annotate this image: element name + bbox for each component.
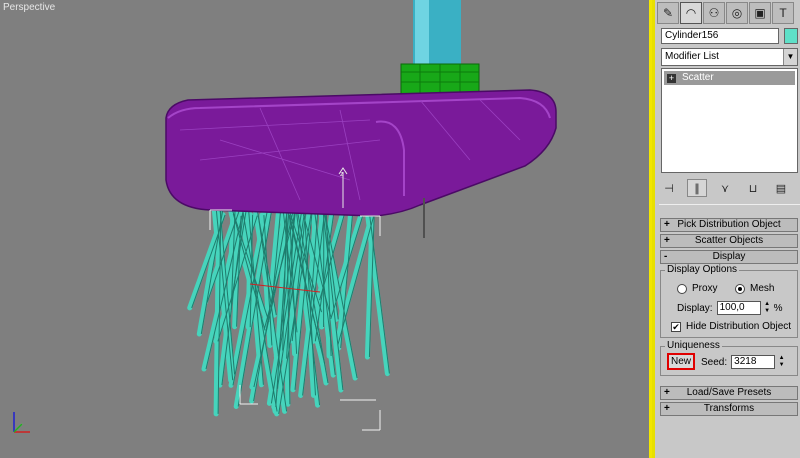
bristle-edge [369, 214, 390, 374]
checkbox-label: Hide Distribution Object [686, 321, 792, 332]
rollout-title: Transforms [703, 403, 755, 414]
proxy-radio[interactable]: Proxy [677, 283, 718, 294]
percent-sign: % [773, 302, 783, 314]
object-name-field[interactable]: Cylinder156 [661, 28, 779, 44]
modifier-list-dropdown[interactable]: Modifier List ▼ [661, 48, 798, 66]
panel-tabs: ✎ ◠ ⚇ ◎ ▣ T [657, 2, 794, 24]
radio-label: Proxy [692, 283, 718, 294]
radio-label: Mesh [750, 283, 775, 294]
display-options-group: Display Options Proxy Mesh Display: 100,… [660, 264, 798, 338]
rollout-title: Scatter Objects [694, 235, 764, 246]
rollout-display[interactable]: - Display [660, 250, 798, 264]
stack-item-scatter[interactable]: + Scatter [664, 71, 795, 85]
new-seed-button[interactable]: New [667, 353, 695, 370]
command-panel: ✎ ◠ ⚇ ◎ ▣ T Cylinder156 Modifier List ▼ … [652, 0, 800, 458]
brush-head [165, 89, 557, 217]
group-title: Display Options [665, 264, 740, 275]
rollout-title: Pick Distribution Object [677, 219, 781, 230]
spinner-icon[interactable]: ▲ ▼ [763, 301, 772, 315]
object-color-swatch[interactable] [784, 28, 798, 44]
seed-row: Seed: 3218 ▲ ▼ [701, 355, 786, 369]
modifier-stack[interactable]: + Scatter [661, 68, 798, 173]
perspective-viewport[interactable]: Perspective z [0, 0, 652, 458]
stack-toolbar: ⊣ ∥ ⋎ ⊔ ▤ [659, 178, 800, 198]
configure-sets-icon[interactable]: ▤ [771, 179, 791, 197]
rollout-expand-icon: + [664, 403, 670, 414]
rollout-title: Load/Save Presets [686, 387, 772, 398]
display-percent-input[interactable]: 100,0 [716, 301, 761, 315]
divider [659, 204, 800, 205]
hide-distribution-checkbox[interactable]: ✔ Hide Distribution Object [671, 321, 791, 332]
expand-icon[interactable]: + [667, 73, 676, 83]
z-axis-label: z [340, 171, 344, 178]
display-percent-row: Display: 100,0 ▲ ▼ % [677, 301, 782, 315]
modify-tab-icon[interactable]: ◠ [680, 2, 702, 24]
rollout-scatter-objects[interactable]: + Scatter Objects [660, 234, 798, 248]
display-tab-icon[interactable]: ▣ [749, 2, 771, 24]
rollout-collapse-icon: - [664, 251, 668, 262]
uniqueness-group: Uniqueness New Seed: 3218 ▲ ▼ [660, 340, 798, 376]
rollout-transforms[interactable]: + Transforms [660, 402, 798, 416]
rollout-title: Display [712, 251, 746, 262]
create-tab-icon[interactable]: ✎ [657, 2, 679, 24]
checkbox-mark-icon[interactable]: ✔ [671, 321, 681, 332]
hierarchy-tab-icon[interactable]: ⚇ [703, 2, 725, 24]
show-end-result-icon[interactable]: ∥ [687, 179, 707, 197]
make-unique-icon[interactable]: ⋎ [715, 179, 735, 197]
pin-stack-icon[interactable]: ⊣ [659, 179, 679, 197]
rollout-expand-icon: + [664, 235, 670, 246]
rollout-expand-icon: + [664, 219, 670, 230]
rollout-expand-icon: + [664, 387, 670, 398]
rollout-load-save-presets[interactable]: + Load/Save Presets [660, 386, 798, 400]
stack-item-label: Scatter [682, 72, 714, 83]
modifier-list-label: Modifier List [665, 51, 719, 62]
seed-label: Seed: [701, 356, 728, 368]
seed-input[interactable]: 3218 [731, 355, 776, 369]
display-label: Display: [677, 302, 713, 314]
world-axis-y [13, 423, 23, 433]
group-title: Uniqueness [665, 340, 722, 351]
radio-dot[interactable] [735, 283, 745, 294]
scene-render: z [13, 0, 557, 433]
utilities-tab-icon[interactable]: T [772, 2, 794, 24]
remove-modifier-icon[interactable]: ⊔ [743, 179, 763, 197]
motion-tab-icon[interactable]: ◎ [726, 2, 748, 24]
mesh-radio[interactable]: Mesh [735, 283, 774, 294]
spinner-icon[interactable]: ▲ ▼ [777, 355, 786, 369]
radio-dot[interactable] [677, 283, 687, 294]
rollout-pick-distribution[interactable]: + Pick Distribution Object [660, 218, 798, 232]
chevron-down-icon[interactable]: ▼ [783, 49, 797, 65]
